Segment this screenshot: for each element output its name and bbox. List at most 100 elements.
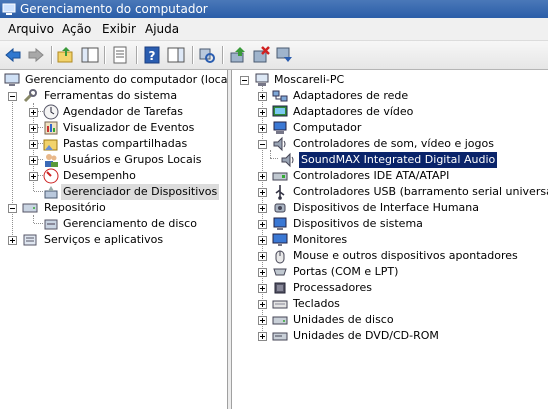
- disable-device-icon[interactable]: [274, 45, 294, 65]
- storage-icon: [22, 203, 38, 213]
- title-bar: Gerenciamento do computador: [0, 0, 548, 18]
- show-hide-action-pane-icon[interactable]: [166, 45, 186, 65]
- tree-item-visualizador[interactable]: Visualizador de Eventos: [0, 120, 227, 136]
- expand-toggle[interactable]: [258, 92, 267, 101]
- tree-item-root[interactable]: Gerenciamento do computador (local): [0, 72, 227, 88]
- toolbar-separator: [104, 46, 105, 64]
- menu-acao[interactable]: Ação: [62, 22, 91, 36]
- menu-exibir[interactable]: Exibir: [102, 22, 136, 36]
- back-arrow-icon[interactable]: [3, 45, 23, 65]
- tree-label: Visualizador de Eventos: [63, 121, 195, 134]
- device-category-label: Computador: [293, 121, 362, 134]
- tree-label: Usuários e Grupos Locais: [63, 153, 202, 166]
- expand-toggle[interactable]: [258, 108, 267, 117]
- device-category-label: Controladores de som, vídeo e jogos: [293, 137, 494, 150]
- tree-item-repositorio[interactable]: Repositório: [0, 200, 227, 216]
- expand-toggle[interactable]: [258, 124, 267, 133]
- expand-toggle[interactable]: [258, 316, 267, 325]
- disk-management-icon: [44, 219, 58, 230]
- toolbar-separator: [222, 46, 223, 64]
- svg-text:?: ?: [149, 49, 156, 63]
- expand-toggle[interactable]: [29, 108, 38, 117]
- menu-arquivo[interactable]: Arquivo: [8, 22, 54, 36]
- speaker-icon: [281, 152, 294, 168]
- device-category-label: Monitores: [293, 233, 348, 246]
- ide-controller-icon: [272, 172, 288, 181]
- expand-toggle[interactable]: [258, 236, 267, 245]
- menu-ajuda[interactable]: Ajuda: [145, 22, 179, 36]
- device-category-label: Processadores: [293, 281, 372, 294]
- device-manager-icon: [44, 186, 58, 199]
- device-tree-pane: Moscareli-PC Adaptadores de rede Adaptad…: [231, 70, 548, 409]
- tree-label: Agendador de Tarefas: [63, 105, 183, 118]
- event-viewer-icon: [44, 121, 58, 135]
- expand-toggle[interactable]: [258, 204, 267, 213]
- tree-item-agendador[interactable]: Agendador de Tarefas: [0, 104, 227, 120]
- device-item-label: SoundMAX Integrated Digital Audio: [299, 152, 498, 168]
- computer-icon: [273, 121, 287, 134]
- toolbar-separator: [192, 46, 193, 64]
- collapse-toggle[interactable]: [258, 140, 267, 149]
- expand-toggle[interactable]: [258, 220, 267, 229]
- expand-toggle[interactable]: [29, 156, 38, 165]
- properties-icon[interactable]: [110, 45, 130, 65]
- tree-item-pastas[interactable]: Pastas compartilhadas: [0, 136, 227, 152]
- computer-icon: [255, 73, 269, 86]
- expand-toggle[interactable]: [29, 172, 38, 181]
- update-driver-icon[interactable]: [228, 45, 248, 65]
- computer-management-icon: [2, 3, 16, 15]
- shared-folder-icon: [43, 139, 58, 151]
- window-title: Gerenciamento do computador: [20, 2, 208, 16]
- tree-item-servicos[interactable]: Serviços e aplicativos: [0, 232, 227, 248]
- performance-icon: [43, 168, 59, 184]
- device-category-label: Portas (COM e LPT): [293, 265, 399, 278]
- collapse-toggle[interactable]: [8, 92, 17, 101]
- tree-label: Ferramentas do sistema: [44, 89, 178, 102]
- processor-icon: [274, 282, 286, 294]
- expand-toggle[interactable]: [29, 140, 38, 149]
- expand-toggle[interactable]: [258, 300, 267, 309]
- expand-toggle[interactable]: [258, 332, 267, 341]
- tree-item-desempenho[interactable]: Desempenho: [0, 168, 227, 184]
- tree-label: Repositório: [44, 201, 106, 214]
- tools-icon: [23, 89, 37, 103]
- show-hide-tree-icon[interactable]: [80, 45, 100, 65]
- uninstall-device-icon[interactable]: [251, 45, 271, 65]
- device-category-label: Mouse e outros dispositivos apontadores: [293, 249, 518, 262]
- tree-item-gerenciamento-disco[interactable]: Gerenciamento de disco: [0, 216, 227, 232]
- expand-toggle[interactable]: [29, 124, 38, 133]
- tree-item-ferramentas[interactable]: Ferramentas do sistema: [0, 88, 227, 104]
- computer-management-icon: [4, 73, 20, 86]
- device-category-label: Controladores USB (barramento serial uni…: [293, 185, 548, 198]
- collapse-toggle[interactable]: [240, 76, 249, 85]
- users-icon: [45, 154, 58, 167]
- clock-icon: [43, 104, 59, 120]
- expand-toggle[interactable]: [258, 252, 267, 261]
- tree-label: Gerenciamento de disco: [63, 217, 197, 230]
- forward-arrow-icon[interactable]: [26, 45, 46, 65]
- tree-item-gerenciador-dispositivos[interactable]: Gerenciador de Dispositivos: [0, 184, 227, 200]
- expand-toggle[interactable]: [258, 268, 267, 277]
- scan-hardware-icon[interactable]: [197, 45, 217, 65]
- tree-item-usuarios[interactable]: Usuários e Grupos Locais: [0, 152, 227, 168]
- console-tree-pane: Gerenciamento do computador (local) Ferr…: [0, 70, 228, 409]
- monitor-icon: [272, 233, 288, 246]
- device-category-label: Adaptadores de rede: [293, 89, 409, 102]
- device-category-label: Controladores IDE ATA/ATAPI: [293, 169, 450, 182]
- collapse-toggle[interactable]: [8, 204, 17, 213]
- help-icon[interactable]: ?: [142, 45, 162, 65]
- system-devices-icon: [273, 217, 287, 230]
- port-icon: [273, 268, 287, 276]
- expand-toggle[interactable]: [8, 236, 17, 245]
- speaker-icon: [273, 136, 286, 152]
- device-category-label: Dispositivos de sistema: [293, 217, 423, 230]
- tree-label: Gerenciador de Dispositivos: [61, 184, 220, 200]
- toolbar-separator: [136, 46, 137, 64]
- tree-label: Serviços e aplicativos: [44, 233, 164, 246]
- device-category-label: Unidades de DVD/CD-ROM: [293, 329, 439, 342]
- expand-toggle[interactable]: [258, 172, 267, 181]
- keyboard-icon: [272, 300, 288, 309]
- expand-toggle[interactable]: [258, 284, 267, 293]
- expand-toggle[interactable]: [258, 188, 267, 197]
- up-folder-icon[interactable]: [56, 45, 76, 65]
